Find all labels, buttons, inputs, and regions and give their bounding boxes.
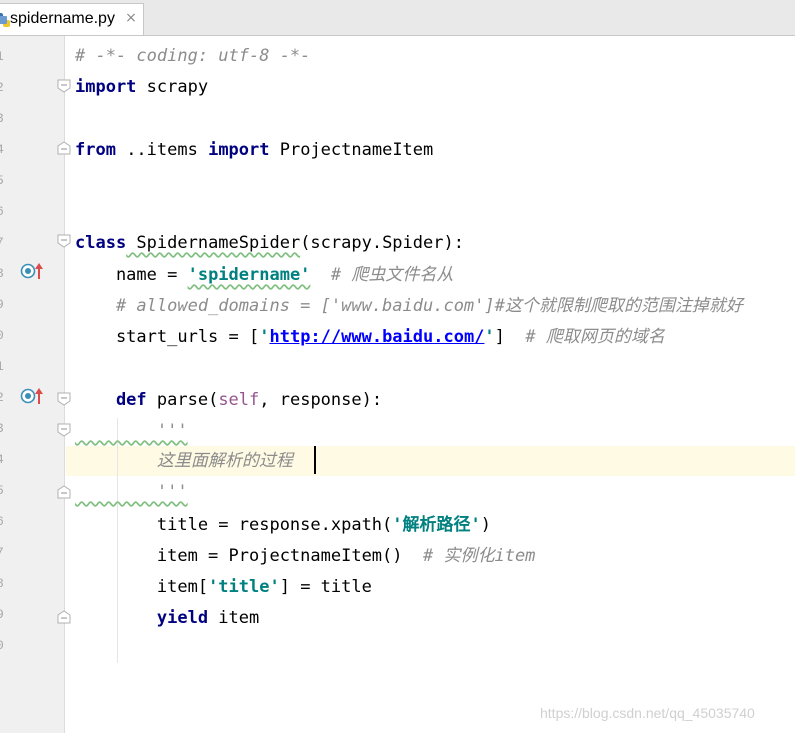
string-literal: '解析路径'	[392, 515, 481, 535]
override-marker-icon[interactable]	[20, 387, 46, 405]
line-number: 9	[0, 297, 6, 312]
line-number: 6	[0, 204, 6, 219]
code-text: )	[480, 515, 492, 535]
code-text: parse(	[146, 390, 219, 410]
keyword: yield	[75, 608, 209, 628]
code-text: ] = title	[279, 577, 372, 597]
line-number-gutter	[0, 36, 65, 733]
line-number: 5	[0, 483, 6, 498]
keyword: import	[208, 140, 270, 160]
code-line[interactable]: title = response.xpath('解析路径')	[75, 510, 491, 540]
code-text: start_urls = [	[75, 327, 260, 347]
code-line[interactable]: '''	[75, 416, 188, 446]
code-text: ]	[494, 327, 526, 347]
code-line[interactable]: # -*- coding: utf-8 -*-	[75, 41, 310, 71]
line-number: 2	[0, 390, 6, 405]
code-line[interactable]: yield item	[75, 603, 259, 633]
watermark: https://blog.csdn.net/qq_45035740	[540, 705, 755, 721]
comment: # 爬取网页的域名	[525, 327, 665, 347]
string-literal: 'title'	[208, 577, 280, 597]
docstring: '''	[75, 421, 188, 441]
code-line[interactable]: item = ProjectnameItem() # 实例化item	[75, 541, 536, 571]
line-number: 5	[0, 173, 6, 188]
comment: # 实例化item	[423, 546, 536, 566]
class-name: SpidernameSpider	[126, 233, 301, 253]
fold-marker-icon[interactable]	[57, 423, 71, 437]
line-number: 0	[0, 328, 6, 343]
code-line[interactable]: 这里面解析的过程	[75, 446, 293, 476]
code-text: item	[208, 608, 260, 628]
line-number: 1	[0, 49, 6, 64]
fold-marker-icon[interactable]	[57, 392, 71, 406]
code-text: scrapy	[136, 77, 209, 97]
docstring: '''	[75, 482, 188, 502]
code-line[interactable]: start_urls = ['http://www.baidu.com/'] #…	[75, 322, 665, 352]
code-text: item = ProjectnameItem()	[75, 546, 423, 566]
code-line[interactable]: def parse(self, response):	[75, 385, 382, 415]
line-number: 8	[0, 266, 6, 281]
python-file-icon	[0, 13, 10, 27]
line-number: 2	[0, 80, 6, 95]
docstring: 这里面解析的过程	[75, 451, 293, 471]
code-text: (scrapy.Spider):	[300, 233, 464, 253]
line-number: 4	[0, 142, 6, 157]
code-line[interactable]: class SpidernameSpider(scrapy.Spider):	[75, 228, 464, 258]
line-number: 7	[0, 545, 6, 560]
keyword: def	[75, 390, 147, 410]
override-marker-icon[interactable]	[20, 262, 46, 280]
fold-marker-icon[interactable]	[57, 610, 71, 624]
line-number: 9	[0, 607, 6, 622]
line-number: 6	[0, 514, 6, 529]
string-literal: 'spidername'	[187, 265, 311, 285]
line-number: 8	[0, 576, 6, 591]
line-number: 0	[0, 638, 6, 653]
fold-marker-icon[interactable]	[57, 79, 71, 93]
keyword: import	[75, 77, 137, 97]
code-line[interactable]: item['title'] = title	[75, 572, 372, 602]
line-number: 4	[0, 452, 6, 467]
comment: # allowed_domains = ['www.baidu.com']#这个…	[75, 296, 743, 316]
code-line[interactable]: from ..items import ProjectnameItem	[75, 135, 433, 165]
code-line[interactable]: name = 'spidername' # 爬虫文件名从	[75, 260, 453, 290]
keyword: from	[75, 140, 116, 160]
code-text: , response):	[259, 390, 383, 410]
line-number: 1	[0, 359, 6, 374]
self-param: self	[218, 390, 260, 410]
code-line[interactable]: import scrapy	[75, 72, 208, 102]
line-number: 3	[0, 421, 6, 436]
tab-title: spidername.py	[10, 10, 115, 27]
code-line[interactable]: '''	[75, 477, 188, 507]
comment: # -*- coding: utf-8 -*-	[75, 46, 311, 66]
code-text: ..items	[115, 140, 209, 160]
comment: # 爬虫文件名从	[310, 265, 454, 285]
close-icon[interactable]: ×	[124, 9, 138, 27]
code-line[interactable]: # allowed_domains = ['www.baidu.com']#这个…	[75, 291, 743, 321]
code-text: ProjectnameItem	[269, 140, 434, 160]
fold-marker-icon[interactable]	[57, 141, 71, 155]
code-text: title = response.xpath(	[75, 515, 393, 535]
keyword: class	[75, 233, 127, 253]
line-number: 7	[0, 235, 6, 250]
url-link[interactable]: http://www.baidu.com/	[269, 327, 484, 347]
string-quote: '	[259, 327, 270, 347]
code-text: item[	[75, 577, 209, 597]
fold-marker-icon[interactable]	[57, 234, 71, 248]
fold-marker-icon[interactable]	[57, 485, 71, 499]
editor-tab-bar: spidername.py ×	[0, 0, 795, 36]
tab-spidername-py[interactable]: spidername.py ×	[0, 3, 144, 35]
text-cursor	[314, 446, 316, 474]
code-text: name =	[75, 265, 188, 285]
string-quote: '	[484, 327, 495, 347]
line-number: 3	[0, 111, 6, 126]
